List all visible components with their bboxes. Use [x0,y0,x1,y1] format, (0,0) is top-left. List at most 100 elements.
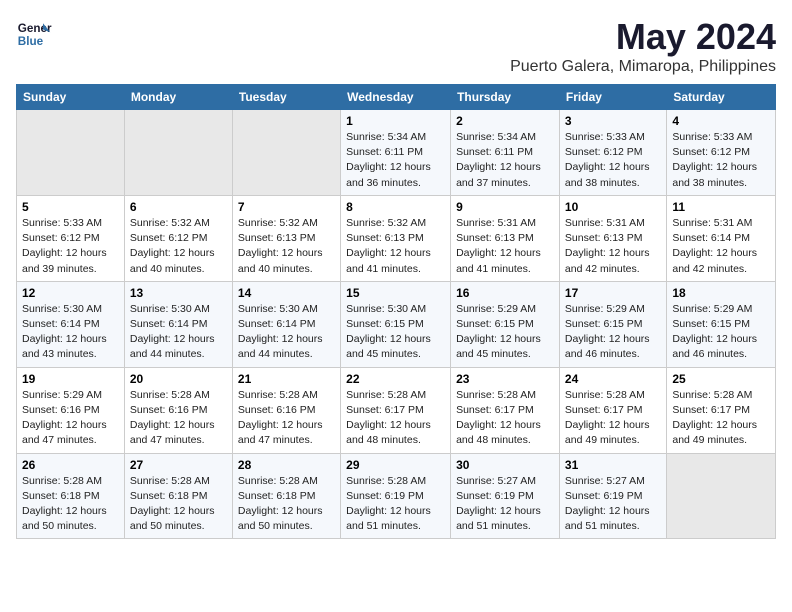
day-info: Sunrise: 5:34 AM Sunset: 6:11 PM Dayligh… [346,130,445,191]
calendar-cell: 9Sunrise: 5:31 AM Sunset: 6:13 PM Daylig… [451,195,560,281]
title-block: May 2024 Puerto Galera, Mimaropa, Philip… [510,16,776,76]
day-number: 19 [22,372,119,386]
day-number: 18 [672,286,770,300]
calendar-cell: 29 Sunrise: 5:28 AM Sunset: 6:19 PM Dayli… [341,453,451,539]
calendar-cell [232,110,340,196]
day-number: 12 [22,286,119,300]
day-info: Sunrise: 5:34 AM Sunset: 6:11 PM Dayligh… [456,130,554,191]
calendar-cell: 22 Sunrise: 5:28 AM Sunset: 6:17 PM Dayli… [341,367,451,453]
day-number: 6 [130,200,227,214]
day-number: 7 [238,200,335,214]
day-number: 1 [346,114,445,128]
day-info: Sunrise: 5:28 AM Sunset: 6:16 PM Dayligh… [238,388,335,449]
calendar-cell: 18Sunrise: 5:29 AM Sunset: 6:15 PM Dayli… [667,281,776,367]
location-subtitle: Puerto Galera, Mimaropa, Philippines [510,58,776,76]
day-number: 29 [346,458,445,472]
day-number: 9 [456,200,554,214]
svg-text:Blue: Blue [18,35,44,48]
weekday-header-friday: Friday [559,85,666,110]
day-info: Sunrise: 5:27 AM Sunset: 6:19 PM Dayligh… [456,474,554,535]
calendar-cell: 1 Sunrise: 5:34 AM Sunset: 6:11 PM Daylig… [341,110,451,196]
day-info: Sunrise: 5:28 AM Sunset: 6:17 PM Dayligh… [565,388,661,449]
calendar-cell: 3Sunrise: 5:33 AM Sunset: 6:12 PM Daylig… [559,110,666,196]
calendar-week-5: 26 Sunrise: 5:28 AM Sunset: 6:18 PM Dayli… [17,453,776,539]
calendar-cell: 30 Sunrise: 5:27 AM Sunset: 6:19 PM Dayli… [451,453,560,539]
day-info: Sunrise: 5:27 AM Sunset: 6:19 PM Dayligh… [565,474,661,535]
day-info: Sunrise: 5:28 AM Sunset: 6:17 PM Dayligh… [456,388,554,449]
calendar-week-3: 12 Sunrise: 5:30 AM Sunset: 6:14 PM Dayli… [17,281,776,367]
day-info: Sunrise: 5:30 AM Sunset: 6:14 PM Dayligh… [22,302,119,363]
calendar-cell: 26 Sunrise: 5:28 AM Sunset: 6:18 PM Dayli… [17,453,125,539]
calendar-cell: 5 Sunrise: 5:33 AM Sunset: 6:12 PM Daylig… [17,195,125,281]
calendar-cell: 27Sunrise: 5:28 AM Sunset: 6:18 PM Dayli… [124,453,232,539]
calendar-cell: 25Sunrise: 5:28 AM Sunset: 6:17 PM Dayli… [667,367,776,453]
day-number: 13 [130,286,227,300]
day-number: 5 [22,200,119,214]
calendar-cell: 10 Sunrise: 5:31 AM Sunset: 6:13 PM Dayli… [559,195,666,281]
day-number: 25 [672,372,770,386]
calendar-cell: 20Sunrise: 5:28 AM Sunset: 6:16 PM Dayli… [124,367,232,453]
weekday-header-sunday: Sunday [17,85,125,110]
day-info: Sunrise: 5:28 AM Sunset: 6:19 PM Dayligh… [346,474,445,535]
day-info: Sunrise: 5:32 AM Sunset: 6:13 PM Dayligh… [346,216,445,277]
calendar-cell [667,453,776,539]
weekday-header-wednesday: Wednesday [341,85,451,110]
day-info: Sunrise: 5:31 AM Sunset: 6:14 PM Dayligh… [672,216,770,277]
calendar-cell: 6 Sunrise: 5:32 AM Sunset: 6:12 PM Daylig… [124,195,232,281]
day-info: Sunrise: 5:33 AM Sunset: 6:12 PM Dayligh… [672,130,770,191]
weekday-header-thursday: Thursday [451,85,560,110]
calendar-cell: 8 Sunrise: 5:32 AM Sunset: 6:13 PM Daylig… [341,195,451,281]
calendar-cell: 13 Sunrise: 5:30 AM Sunset: 6:14 PM Dayli… [124,281,232,367]
day-number: 23 [456,372,554,386]
calendar-cell: 31Sunrise: 5:27 AM Sunset: 6:19 PM Dayli… [559,453,666,539]
logo-icon: General Blue [16,16,52,52]
day-info: Sunrise: 5:28 AM Sunset: 6:18 PM Dayligh… [130,474,227,535]
weekday-header-tuesday: Tuesday [232,85,340,110]
day-number: 30 [456,458,554,472]
calendar-cell: 28Sunrise: 5:28 AM Sunset: 6:18 PM Dayli… [232,453,340,539]
day-number: 11 [672,200,770,214]
day-number: 8 [346,200,445,214]
day-number: 24 [565,372,661,386]
day-info: Sunrise: 5:31 AM Sunset: 6:13 PM Dayligh… [565,216,661,277]
day-info: Sunrise: 5:30 AM Sunset: 6:14 PM Dayligh… [238,302,335,363]
calendar-cell: 24 Sunrise: 5:28 AM Sunset: 6:17 PM Dayli… [559,367,666,453]
day-info: Sunrise: 5:33 AM Sunset: 6:12 PM Dayligh… [22,216,119,277]
day-info: Sunrise: 5:28 AM Sunset: 6:18 PM Dayligh… [22,474,119,535]
day-info: Sunrise: 5:28 AM Sunset: 6:17 PM Dayligh… [346,388,445,449]
calendar-cell: 21Sunrise: 5:28 AM Sunset: 6:16 PM Dayli… [232,367,340,453]
logo: General Blue [16,16,52,52]
day-info: Sunrise: 5:32 AM Sunset: 6:12 PM Dayligh… [130,216,227,277]
calendar-cell: 4 Sunrise: 5:33 AM Sunset: 6:12 PM Daylig… [667,110,776,196]
day-number: 16 [456,286,554,300]
day-number: 3 [565,114,661,128]
calendar-cell: 23 Sunrise: 5:28 AM Sunset: 6:17 PM Dayli… [451,367,560,453]
day-number: 22 [346,372,445,386]
calendar-cell: 16 Sunrise: 5:29 AM Sunset: 6:15 PM Dayli… [451,281,560,367]
calendar-cell: 15Sunrise: 5:30 AM Sunset: 6:15 PM Dayli… [341,281,451,367]
day-info: Sunrise: 5:29 AM Sunset: 6:15 PM Dayligh… [456,302,554,363]
weekday-header-row: SundayMondayTuesdayWednesdayThursdayFrid… [17,85,776,110]
calendar-cell: 19Sunrise: 5:29 AM Sunset: 6:16 PM Dayli… [17,367,125,453]
day-info: Sunrise: 5:32 AM Sunset: 6:13 PM Dayligh… [238,216,335,277]
day-number: 17 [565,286,661,300]
day-number: 2 [456,114,554,128]
day-info: Sunrise: 5:29 AM Sunset: 6:15 PM Dayligh… [565,302,661,363]
calendar-week-2: 5 Sunrise: 5:33 AM Sunset: 6:12 PM Daylig… [17,195,776,281]
day-number: 20 [130,372,227,386]
day-info: Sunrise: 5:30 AM Sunset: 6:14 PM Dayligh… [130,302,227,363]
calendar-table: SundayMondayTuesdayWednesdayThursdayFrid… [16,84,776,539]
day-number: 26 [22,458,119,472]
day-number: 14 [238,286,335,300]
day-number: 15 [346,286,445,300]
weekday-header-monday: Monday [124,85,232,110]
page-header: General Blue May 2024 Puerto Galera, Mim… [16,16,776,76]
calendar-cell: 14 Sunrise: 5:30 AM Sunset: 6:14 PM Dayli… [232,281,340,367]
calendar-cell [17,110,125,196]
calendar-week-1: 1 Sunrise: 5:34 AM Sunset: 6:11 PM Daylig… [17,110,776,196]
calendar-cell: 2 Sunrise: 5:34 AM Sunset: 6:11 PM Daylig… [451,110,560,196]
day-number: 28 [238,458,335,472]
day-number: 10 [565,200,661,214]
day-number: 4 [672,114,770,128]
weekday-header-saturday: Saturday [667,85,776,110]
